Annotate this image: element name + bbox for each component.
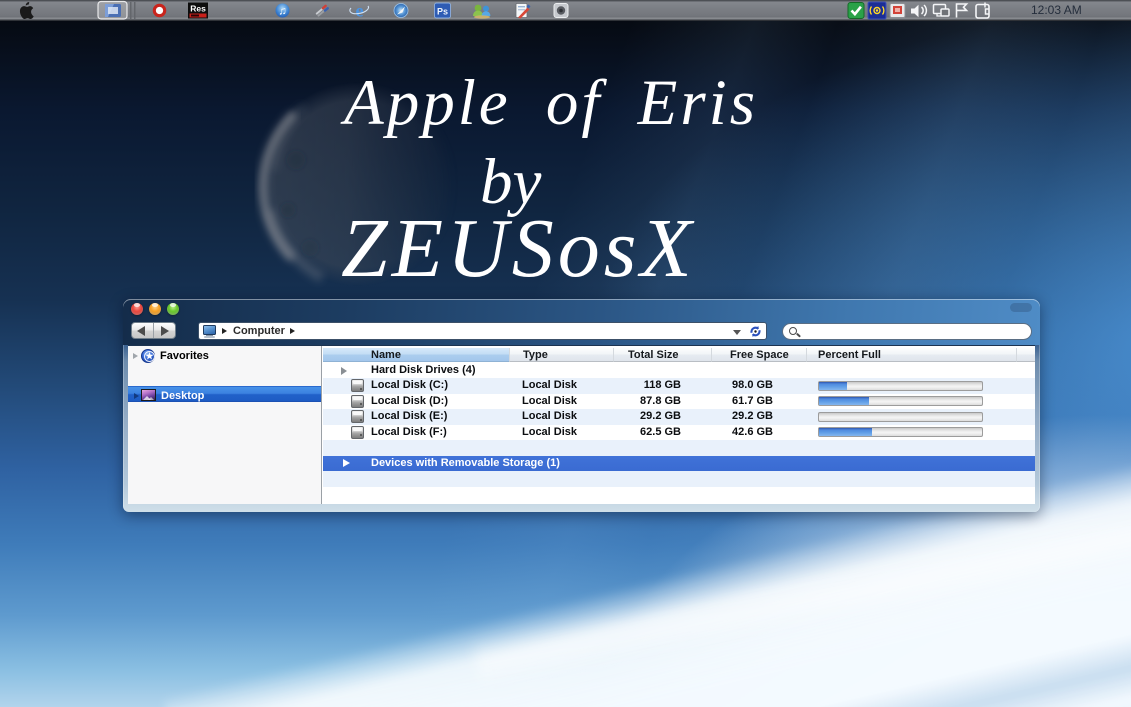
svg-text:♫: ♫ (278, 6, 286, 18)
svg-text:Res: Res (190, 4, 206, 14)
svg-text:Ps: Ps (437, 7, 448, 17)
svg-text:e: e (356, 1, 364, 21)
